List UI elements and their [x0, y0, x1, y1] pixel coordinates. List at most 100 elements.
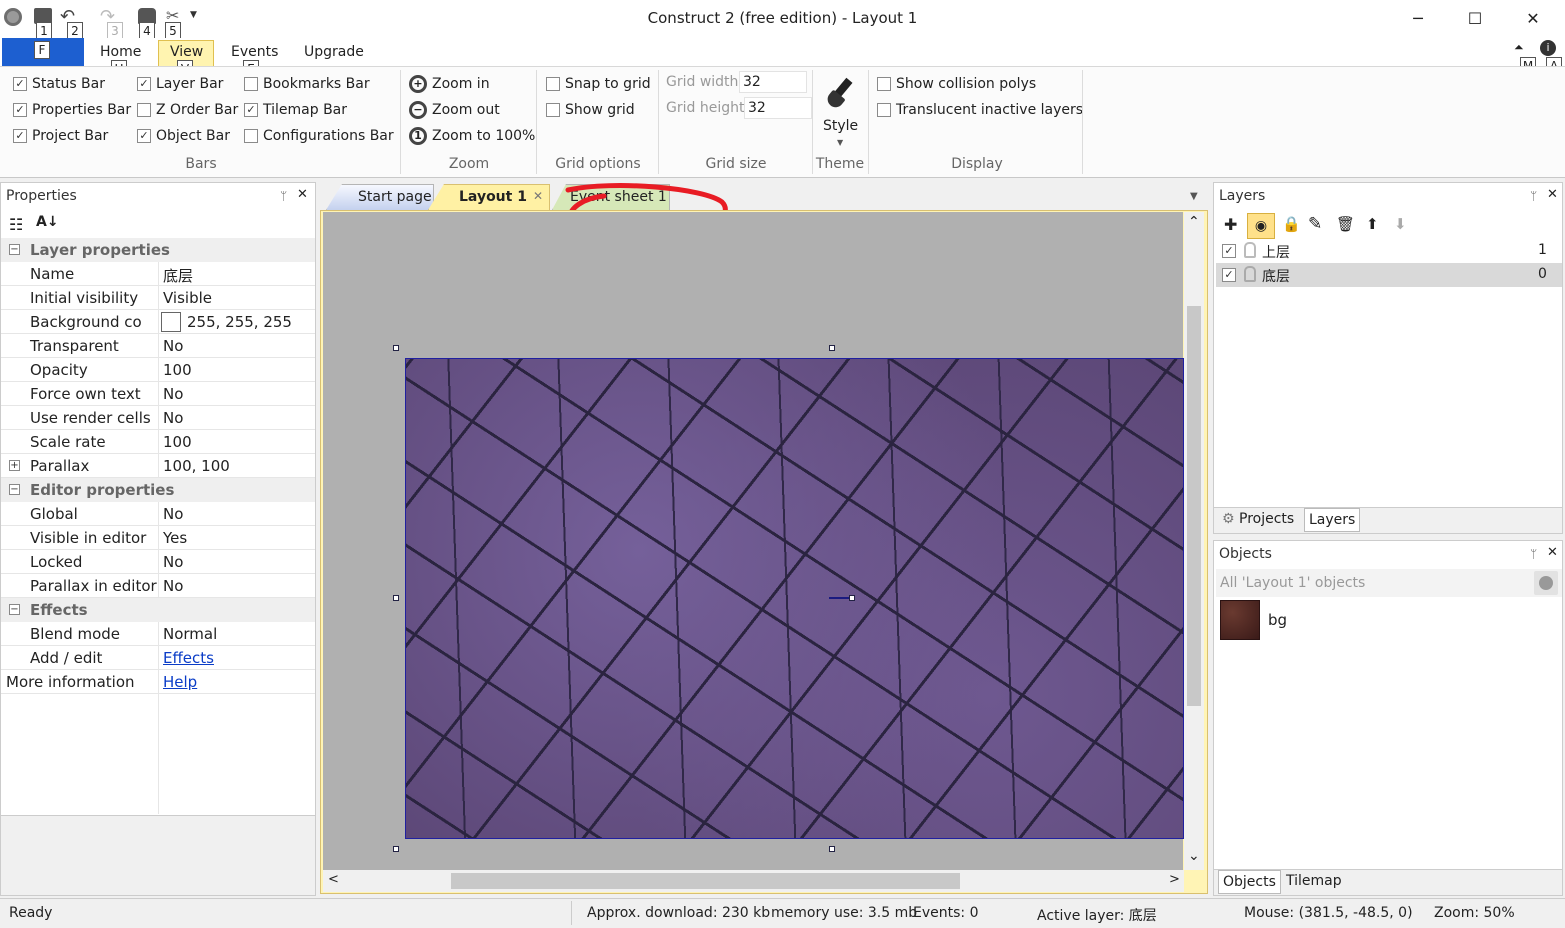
tab-projects[interactable]: ⚙ Projects: [1218, 509, 1298, 531]
bookmarks-bar-toggle[interactable]: Bookmarks Bar: [244, 74, 370, 94]
scroll-left-icon[interactable]: <: [328, 872, 339, 887]
move-up-icon[interactable]: ⬆: [1366, 215, 1379, 233]
collapse-icon[interactable]: −: [9, 604, 20, 615]
show-grid-checkbox[interactable]: [546, 103, 560, 117]
pin-icon[interactable]: ᛘ: [1530, 547, 1537, 561]
delete-icon[interactable]: 🗑: [1336, 215, 1355, 233]
prop-value[interactable]: No: [163, 505, 183, 523]
style-button[interactable]: Style ▼: [818, 72, 864, 152]
snap-to-grid-toggle[interactable]: Snap to grid: [546, 74, 651, 94]
status-bar-checkbox[interactable]: ✓: [13, 77, 27, 91]
resize-handle[interactable]: [393, 345, 399, 351]
prop-value[interactable]: 100: [163, 433, 192, 451]
layer-row[interactable]: ✓ 上层 1: [1216, 239, 1562, 263]
prop-row-scale-rate[interactable]: Scale rate 100: [1, 430, 315, 454]
prop-row-force-own-text[interactable]: Force own text No: [1, 382, 315, 406]
tab-layout-1[interactable]: Layout 1 ✕: [428, 184, 550, 210]
layer-lock-icon[interactable]: [1244, 242, 1256, 258]
horizontal-scrollbar[interactable]: < >: [323, 870, 1184, 892]
section-editor-properties[interactable]: − Editor properties: [1, 478, 315, 502]
effects-link[interactable]: Effects: [163, 649, 214, 667]
show-collision-polys-toggle[interactable]: Show collision polys: [877, 74, 1036, 94]
tilemap-bar-checkbox[interactable]: ✓: [244, 103, 258, 117]
maximize-button[interactable]: ☐: [1460, 6, 1490, 32]
prop-value[interactable]: No: [163, 385, 183, 403]
panel-close-icon[interactable]: ✕: [1547, 187, 1558, 202]
prop-row-transparent[interactable]: Transparent No: [1, 334, 315, 358]
categorized-icon[interactable]: ☷: [9, 215, 23, 234]
prop-row-initial-visibility[interactable]: Initial visibility Visible: [1, 286, 315, 310]
sort-az-icon[interactable]: A↓: [36, 214, 59, 230]
tab-close-icon[interactable]: ✕: [533, 189, 543, 203]
bg-tiled-background[interactable]: [405, 358, 1184, 839]
help-link[interactable]: Help: [163, 673, 197, 691]
tab-tilemap[interactable]: Tilemap: [1282, 873, 1346, 889]
show-layer-icon[interactable]: ◉: [1247, 213, 1275, 239]
minimize-button[interactable]: ─: [1403, 6, 1433, 32]
prop-value[interactable]: 255, 255, 255: [187, 313, 292, 331]
prop-row-opacity[interactable]: Opacity 100: [1, 358, 315, 382]
prop-value[interactable]: No: [163, 553, 183, 571]
translucent-inactive-layers-checkbox[interactable]: [877, 103, 891, 117]
project-bar-checkbox[interactable]: ✓: [13, 129, 27, 143]
prop-row-parallax-in-editor[interactable]: Parallax in editor No: [1, 574, 315, 598]
info-icon[interactable]: i: [1540, 40, 1556, 56]
prop-row-locked[interactable]: Locked No: [1, 550, 315, 574]
resize-handle[interactable]: [829, 345, 835, 351]
filter-options-icon[interactable]: [1534, 571, 1558, 595]
show-collision-polys-checkbox[interactable]: [877, 77, 891, 91]
scroll-up-icon[interactable]: ⌃: [1188, 214, 1200, 230]
zoom-100-button[interactable]: 1 Zoom to 100%: [409, 126, 535, 146]
tab-home[interactable]: Home: [100, 44, 141, 60]
collapse-icon[interactable]: −: [9, 484, 20, 495]
z-order-bar-toggle[interactable]: Z Order Bar: [137, 100, 238, 120]
project-bar-toggle[interactable]: ✓ Project Bar: [13, 126, 108, 146]
resize-handle[interactable]: [393, 846, 399, 852]
snap-to-grid-checkbox[interactable]: [546, 77, 560, 91]
prop-value[interactable]: No: [163, 337, 183, 355]
tab-upgrade[interactable]: Upgrade: [304, 44, 364, 60]
tab-list-dropdown-icon[interactable]: ▼: [1190, 191, 1198, 202]
move-down-icon[interactable]: ⬇: [1394, 215, 1407, 233]
scroll-down-icon[interactable]: ⌄: [1188, 848, 1200, 864]
zoom-out-button[interactable]: − Zoom out: [409, 100, 500, 120]
edit-icon[interactable]: ✎: [1308, 214, 1322, 234]
prop-value[interactable]: 底层: [163, 265, 193, 286]
layer-visible-checkbox[interactable]: ✓: [1222, 244, 1236, 258]
grid-height-input[interactable]: 32: [744, 97, 812, 119]
panel-close-icon[interactable]: ✕: [1547, 545, 1558, 560]
scroll-right-icon[interactable]: >: [1169, 872, 1180, 887]
resize-handle[interactable]: [829, 846, 835, 852]
bookmarks-bar-checkbox[interactable]: [244, 77, 258, 91]
configurations-bar-checkbox[interactable]: [244, 129, 258, 143]
vertical-scrollbar[interactable]: ⌃ ⌄: [1184, 212, 1204, 870]
pin-icon[interactable]: ᛘ: [1530, 189, 1537, 203]
prop-value[interactable]: 100, 100: [163, 457, 230, 475]
close-button[interactable]: ✕: [1518, 6, 1548, 32]
section-layer-properties[interactable]: − Layer properties: [1, 238, 315, 262]
prop-value[interactable]: Normal: [163, 625, 217, 643]
layer-lock-icon[interactable]: [1244, 266, 1256, 282]
prop-row-more-information[interactable]: More information Help: [1, 670, 315, 694]
tilemap-bar-toggle[interactable]: ✓ Tilemap Bar: [244, 100, 347, 120]
zoom-in-button[interactable]: + Zoom in: [409, 74, 490, 94]
grid-width-input[interactable]: 32: [739, 71, 807, 93]
status-bar-toggle[interactable]: ✓ Status Bar: [13, 74, 105, 94]
tab-events[interactable]: Events: [231, 44, 278, 60]
prop-row-parallax[interactable]: + Parallax 100, 100: [1, 454, 315, 478]
section-effects[interactable]: − Effects: [1, 598, 315, 622]
prop-row-background-color[interactable]: Background co 255, 255, 255: [1, 310, 315, 334]
prop-value[interactable]: Visible: [163, 289, 212, 307]
prop-row-add-edit[interactable]: Add / edit Effects: [1, 646, 315, 670]
tab-view[interactable]: View: [170, 44, 203, 60]
object-item-bg[interactable]: bg: [1218, 599, 1418, 641]
lock-icon[interactable]: 🔒: [1282, 215, 1301, 233]
prop-value[interactable]: Yes: [163, 529, 187, 547]
translucent-inactive-layers-toggle[interactable]: Translucent inactive layers: [877, 100, 1083, 120]
tab-start-page[interactable]: Start page: [326, 184, 434, 210]
panel-close-icon[interactable]: ✕: [297, 187, 308, 202]
collapse-icon[interactable]: −: [9, 244, 20, 255]
properties-bar-toggle[interactable]: ✓ Properties Bar: [13, 100, 131, 120]
add-layer-icon[interactable]: ✚: [1224, 215, 1237, 234]
pin-icon[interactable]: ᛘ: [280, 189, 287, 203]
